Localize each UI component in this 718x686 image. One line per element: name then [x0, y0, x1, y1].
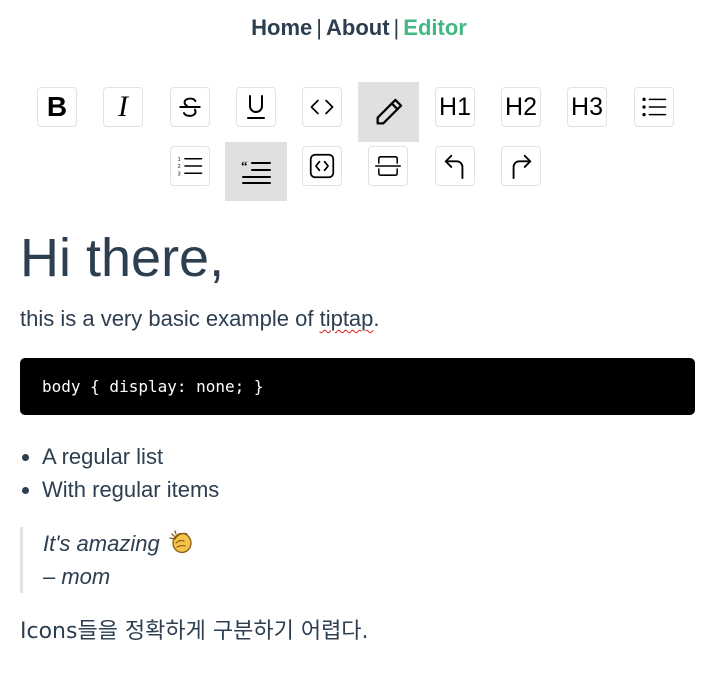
italic-icon: I	[118, 90, 128, 123]
heading-3-button[interactable]: H3	[567, 87, 607, 127]
svg-text:1: 1	[178, 157, 181, 163]
list-item: A regular list	[42, 440, 219, 473]
korean-paragraph: Icons들을 정확하게 구분하기 어렵다.	[20, 619, 369, 644]
strikethrough-icon	[179, 97, 201, 117]
svg-text:3: 3	[178, 171, 181, 177]
code-block-button[interactable]	[302, 146, 342, 186]
inline-code-button[interactable]	[302, 87, 342, 127]
redo-button[interactable]	[501, 146, 541, 186]
heading-1-button[interactable]: H1	[435, 87, 475, 127]
bold-icon: B	[46, 91, 68, 122]
paragraph-button[interactable]	[358, 82, 419, 142]
bullet-list-icon	[642, 97, 667, 117]
undo-button[interactable]	[435, 146, 475, 186]
code-text: body { display: none; }	[42, 377, 264, 396]
svg-text:2: 2	[178, 164, 181, 170]
bullet-list: A regular list With regular items	[20, 440, 219, 506]
bullet-list-button[interactable]	[634, 87, 674, 127]
undo-icon	[444, 154, 464, 179]
blockquote-button[interactable]: “	[225, 142, 287, 201]
quote-line: It's amazing	[43, 527, 320, 560]
blockquote: It's amazing – mom	[20, 527, 320, 593]
content-heading: Hi there,	[20, 228, 225, 288]
ordered-list-icon: 1 2 3	[178, 157, 203, 177]
list-item: With regular items	[42, 473, 219, 506]
underline-icon	[247, 95, 265, 119]
strikethrough-button[interactable]	[170, 87, 210, 127]
heading-1-icon: H1	[439, 92, 471, 121]
code-block: body { display: none; }	[20, 358, 695, 415]
code-block-icon	[309, 153, 335, 179]
svg-text:“: “	[241, 159, 248, 173]
underline-button[interactable]	[236, 87, 276, 127]
italic-button[interactable]: I	[103, 87, 143, 127]
content-paragraph: this is a very basic example of tiptap.	[20, 305, 380, 333]
pencil-icon	[376, 98, 402, 125]
editor-toolbar: B I H1 H2 H3 1 2 3 “	[0, 0, 718, 210]
quote-icon: “	[241, 159, 271, 184]
quote-text: It's amazing	[43, 531, 160, 556]
misspelled-word: tiptap	[319, 306, 374, 331]
quote-attribution: – mom	[43, 564, 111, 589]
code-icon	[310, 99, 334, 115]
paragraph-period: .	[373, 306, 380, 331]
heading-2-button[interactable]: H2	[501, 87, 541, 127]
clapping-hands-icon	[169, 530, 192, 554]
ordered-list-button[interactable]: 1 2 3	[170, 146, 210, 186]
heading-3-icon: H3	[571, 92, 603, 121]
heading-2-icon: H2	[505, 92, 537, 121]
bold-button[interactable]: B	[37, 87, 77, 127]
redo-icon	[512, 154, 532, 179]
horizontal-rule-button[interactable]	[368, 146, 408, 186]
paragraph-text: this is a very basic example of	[20, 306, 320, 331]
horizontal-rule-icon	[375, 156, 401, 176]
